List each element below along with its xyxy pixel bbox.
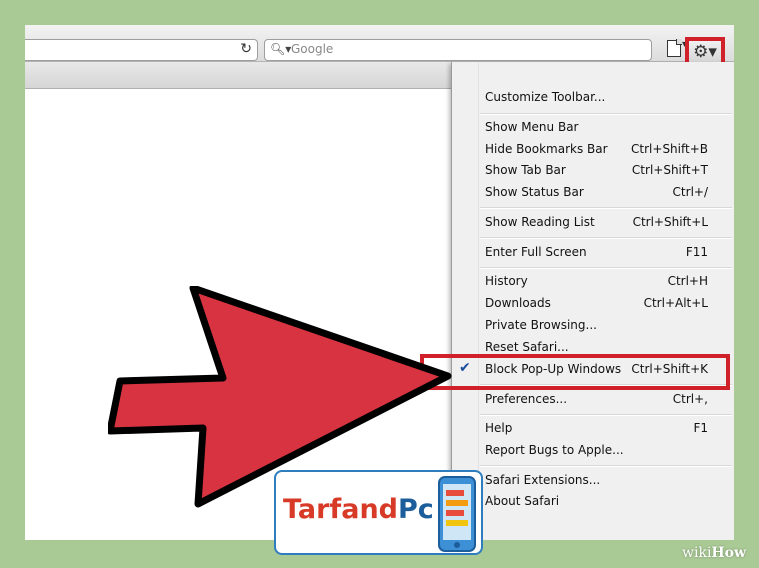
menu-separator [480, 465, 732, 467]
menu-item-show-status-bar[interactable]: Show Status Bar Ctrl+/ [452, 182, 734, 203]
search-placeholder: Google [291, 42, 334, 56]
menu-item-shortcut: Ctrl+Shift+B [631, 142, 708, 156]
menu-separator [480, 113, 732, 115]
menu-item-help[interactable]: Help F1 [452, 418, 734, 439]
menu-item-label: Reset Safari... [485, 340, 569, 354]
menu-item-customize-toolbar[interactable]: Customize Toolbar... [452, 87, 734, 108]
brand-logo-text: TarfandPc [283, 494, 434, 525]
menu-item-shortcut: Ctrl+Shift+L [632, 215, 708, 229]
reload-icon[interactable]: ↻ [240, 41, 252, 57]
menu-item-label: Preferences... [485, 392, 568, 406]
magnifier-icon: 🔍︎▾ [270, 42, 292, 56]
menu-item-label: About Safari [485, 494, 560, 508]
brand-watermark: TarfandPc [274, 470, 483, 555]
preferences-highlight-box [420, 354, 730, 390]
menu-item-label: Show Reading List [485, 215, 595, 229]
menu-item-enter-full-screen[interactable]: Enter Full Screen F11 [452, 242, 734, 263]
menu-item-label: Downloads [485, 296, 551, 310]
menu-item-show-tab-bar[interactable]: Show Tab Bar Ctrl+Shift+T [452, 160, 734, 181]
settings-dropdown-menu: Customize Toolbar... Show Menu Bar Hide … [451, 62, 734, 540]
menu-item-shortcut: F1 [693, 421, 708, 435]
page-icon[interactable] [667, 39, 682, 57]
menu-item-shortcut: Ctrl+H [667, 274, 708, 288]
menu-item-report-bugs[interactable]: Report Bugs to Apple... [452, 440, 734, 461]
menu-item-shortcut: F11 [685, 245, 708, 259]
menu-item-label: Help [485, 421, 513, 435]
menu-item-shortcut: Ctrl+, [672, 392, 708, 406]
address-bar[interactable]: ↻ [25, 39, 258, 61]
menu-item-shortcut: Ctrl+Shift+T [631, 163, 708, 177]
menu-item-label: Report Bugs to Apple... [485, 443, 624, 457]
menu-item-safari-extensions[interactable]: Safari Extensions... [452, 470, 734, 491]
menu-item-label: Hide Bookmarks Bar [485, 142, 608, 156]
menu-item-label: Show Menu Bar [485, 120, 579, 134]
menu-item-shortcut: Ctrl+Alt+L [643, 296, 708, 310]
menu-item-label: History [485, 274, 528, 288]
menu-item-show-menu-bar[interactable]: Show Menu Bar [452, 117, 734, 138]
menu-separator [480, 267, 732, 269]
menu-item-label: Show Tab Bar [485, 163, 566, 177]
menu-item-label: Private Browsing... [485, 318, 597, 332]
menu-item-label: Show Status Bar [485, 185, 584, 199]
wikihow-watermark: wikiHow [682, 545, 747, 561]
gear-icon: ⚙▾ [693, 42, 717, 62]
menu-item-label: Safari Extensions... [485, 473, 601, 487]
menu-item-private-browsing[interactable]: Private Browsing... [452, 315, 734, 336]
menu-item-label: Customize Toolbar... [485, 90, 606, 104]
toolbar: ↻ 🔍︎▾ Google ▾ ⚙▾ [25, 25, 734, 67]
menu-item-about-safari[interactable]: About Safari [452, 491, 734, 512]
phone-logo-icon [438, 476, 476, 552]
search-field[interactable]: 🔍︎▾ Google [264, 39, 652, 61]
menu-item-shortcut: Ctrl+/ [672, 185, 708, 199]
menu-item-label: Enter Full Screen [485, 245, 587, 259]
menu-item-history[interactable]: History Ctrl+H [452, 271, 734, 292]
menu-item-downloads[interactable]: Downloads Ctrl+Alt+L [452, 293, 734, 314]
menu-item-preferences[interactable]: Preferences... Ctrl+, [452, 389, 734, 410]
menu-separator [480, 237, 732, 239]
menu-item-show-reading-list[interactable]: Show Reading List Ctrl+Shift+L [452, 212, 734, 233]
menu-separator [480, 207, 732, 209]
menu-separator [480, 414, 732, 416]
menu-item-hide-bookmarks-bar[interactable]: Hide Bookmarks Bar Ctrl+Shift+B [452, 139, 734, 160]
